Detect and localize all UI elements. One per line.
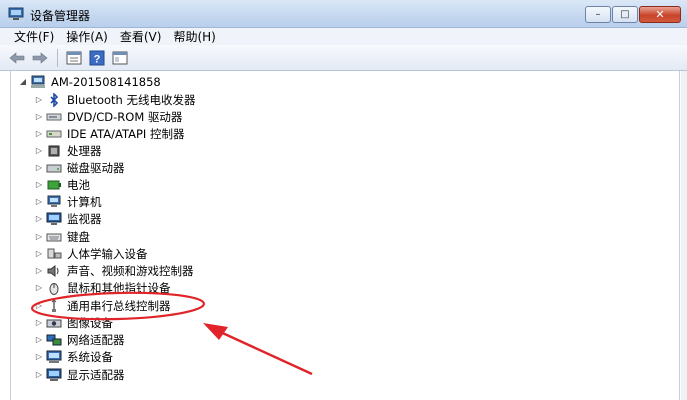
computer-icon <box>47 195 61 207</box>
back-arrow-icon <box>9 51 25 64</box>
keyboard-icon <box>46 233 62 241</box>
expand-arrow-icon[interactable]: ▷ <box>34 214 44 224</box>
tree-item-label: 监视器 <box>67 211 102 226</box>
tree-item-monitor[interactable]: ▷ 监视器 <box>34 210 102 227</box>
disk-drive-icon <box>46 164 62 172</box>
expand-arrow-icon[interactable]: ▷ <box>34 266 44 276</box>
title-bar: 设备管理器 – □ ✕ <box>0 0 687 28</box>
tree-item-imaging[interactable]: ▷ 图像设备 <box>34 314 113 331</box>
scroll-edge <box>681 71 687 400</box>
tree-item-label: 声音、视频和游戏控制器 <box>67 263 194 278</box>
mouse-icon <box>49 282 59 295</box>
sound-icon <box>47 264 59 277</box>
close-button[interactable]: ✕ <box>639 6 681 23</box>
tree-item-usb[interactable]: ▷ 通用串行总线控制器 <box>34 297 171 314</box>
tree-item-label: 显示适配器 <box>67 367 125 382</box>
forward-button[interactable] <box>29 48 51 68</box>
tree-item-sound[interactable]: ▷ 声音、视频和游戏控制器 <box>34 262 194 279</box>
expand-arrow-icon[interactable]: ▷ <box>34 197 44 207</box>
display-adapter-icon <box>46 368 62 381</box>
tree-item-mouse[interactable]: ▷ 鼠标和其他指针设备 <box>34 279 171 296</box>
tree-item-processor[interactable]: ▷ 处理器 <box>34 142 102 159</box>
forward-arrow-icon <box>32 51 48 64</box>
expand-arrow-icon[interactable]: ▷ <box>34 180 44 190</box>
expand-arrow-icon[interactable]: ▷ <box>34 95 44 105</box>
tree-item-computer[interactable]: ▷ 计算机 <box>34 193 102 210</box>
tree-item-disk[interactable]: ▷ 磁盘驱动器 <box>34 159 125 176</box>
help-button[interactable]: ? <box>86 48 108 68</box>
tree-item-label: IDE ATA/ATAPI 控制器 <box>67 126 185 141</box>
tree-item-label: 人体学输入设备 <box>67 246 148 261</box>
tree-item-label: 电池 <box>67 177 90 192</box>
tree-item-bluetooth[interactable]: ▷ Bluetooth 无线电收发器 <box>34 91 195 108</box>
dvd-drive-icon <box>46 113 62 120</box>
expand-arrow-icon[interactable]: ▷ <box>34 352 44 362</box>
maximize-button[interactable]: □ <box>612 6 638 23</box>
tree-item-label: 磁盘驱动器 <box>67 160 125 175</box>
tree-item-label: 键盘 <box>67 229 90 244</box>
network-adapter-icon <box>46 334 62 345</box>
tree-item-ide[interactable]: ▷ IDE ATA/ATAPI 控制器 <box>34 125 185 142</box>
ide-controller-icon <box>46 130 62 137</box>
svg-text:?: ? <box>94 53 101 65</box>
window-title: 设备管理器 <box>30 9 91 23</box>
console-tree-button[interactable] <box>109 48 131 68</box>
system-device-icon <box>46 350 62 363</box>
menu-file[interactable]: 文件(F) <box>8 28 60 45</box>
expand-arrow-icon[interactable]: ▷ <box>34 249 44 259</box>
processor-icon <box>48 145 60 156</box>
window-controls: – □ ✕ <box>585 6 681 23</box>
tree-item-network[interactable]: ▷ 网络适配器 <box>34 331 125 348</box>
tree-item-label: 图像设备 <box>67 315 113 330</box>
expand-arrow-icon[interactable]: ▷ <box>34 335 44 345</box>
tree-item-label: Bluetooth 无线电收发器 <box>67 92 196 107</box>
toolbar-separator <box>57 48 58 67</box>
imaging-device-icon <box>46 319 62 327</box>
tree-item-battery[interactable]: ▷ 电池 <box>34 176 90 193</box>
expand-arrow-icon[interactable]: ▷ <box>34 146 44 156</box>
tree-item-label: 通用串行总线控制器 <box>67 298 171 313</box>
menu-action[interactable]: 操作(A) <box>60 28 114 45</box>
collapse-arrow-icon[interactable]: ◢ <box>18 77 28 87</box>
tree-item-label: 处理器 <box>67 143 102 158</box>
tree-item-label: 鼠标和其他指针设备 <box>67 280 171 295</box>
properties-button[interactable] <box>63 48 85 68</box>
tree-item-label: 计算机 <box>67 194 102 209</box>
menu-help[interactable]: 帮助(H) <box>167 28 221 45</box>
expand-arrow-icon[interactable]: ▷ <box>34 370 44 380</box>
monitor-icon <box>46 212 62 225</box>
expand-arrow-icon[interactable]: ▷ <box>34 283 44 293</box>
expand-arrow-icon[interactable]: ▷ <box>34 163 44 173</box>
back-button[interactable] <box>6 48 28 68</box>
battery-icon <box>47 180 61 189</box>
tree-item-label: 网络适配器 <box>67 332 125 347</box>
toolbar: ? <box>0 45 687 71</box>
menu-bar: 文件(F) 操作(A) 查看(V) 帮助(H) <box>0 28 687 45</box>
tree-item-label: 系统设备 <box>67 349 113 364</box>
expand-arrow-icon[interactable]: ▷ <box>34 129 44 139</box>
device-manager-icon <box>8 7 24 20</box>
expand-arrow-icon[interactable]: ▷ <box>34 301 44 311</box>
minimize-button[interactable]: – <box>585 6 611 23</box>
bluetooth-icon <box>50 92 59 107</box>
usb-icon <box>51 298 57 312</box>
expand-arrow-icon[interactable]: ▷ <box>34 318 44 328</box>
tree-item-system[interactable]: ▷ 系统设备 <box>34 348 113 365</box>
tree-item-hid[interactable]: ▷ 人体学输入设备 <box>34 245 148 262</box>
menu-view[interactable]: 查看(V) <box>114 28 168 45</box>
help-icon: ? <box>89 50 105 65</box>
computer-icon <box>31 75 45 88</box>
console-tree-icon <box>112 51 128 64</box>
tree-root[interactable]: ◢ AM-201508141858 <box>18 73 161 90</box>
hid-icon <box>47 248 62 258</box>
tree-item-label: DVD/CD-ROM 驱动器 <box>67 109 183 124</box>
show-properties-icon <box>66 51 82 64</box>
tree-item-dvd[interactable]: ▷ DVD/CD-ROM 驱动器 <box>34 108 182 125</box>
tree-item-keyboard[interactable]: ▷ 键盘 <box>34 228 90 245</box>
tree-item-display[interactable]: ▷ 显示适配器 <box>34 366 125 383</box>
expand-arrow-icon[interactable]: ▷ <box>34 232 44 242</box>
tree-root-label: AM-201508141858 <box>51 74 161 89</box>
expand-arrow-icon[interactable]: ▷ <box>34 112 44 122</box>
